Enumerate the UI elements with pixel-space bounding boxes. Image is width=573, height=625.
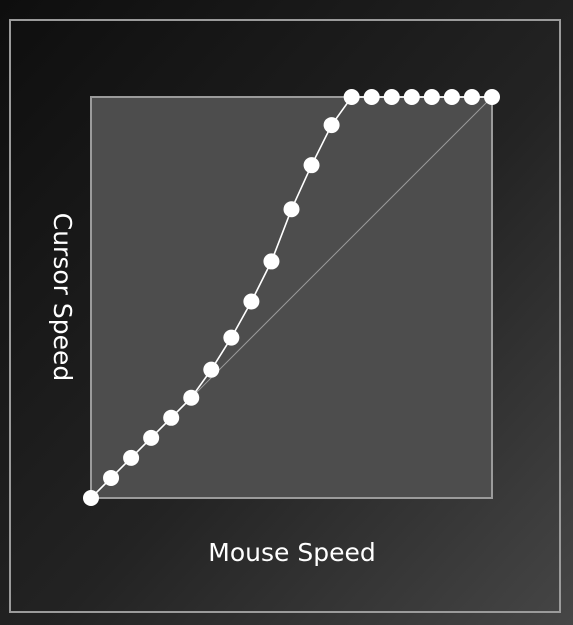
data-point	[463, 89, 480, 105]
data-point	[283, 201, 300, 218]
data-point	[263, 253, 280, 270]
data-point	[163, 409, 180, 426]
speed-curve-chart: Mouse Speed Cursor Speed	[0, 0, 573, 625]
data-point	[103, 469, 120, 486]
data-point	[123, 449, 140, 466]
chart-frame: Mouse Speed Cursor Speed	[0, 0, 573, 625]
data-point	[343, 89, 360, 105]
data-point	[423, 89, 440, 105]
data-point	[183, 389, 200, 406]
data-point	[484, 89, 500, 105]
x-axis-title: Mouse Speed	[208, 538, 375, 567]
data-point	[143, 429, 160, 446]
y-axis-title: Cursor Speed	[48, 213, 77, 382]
data-point	[363, 89, 380, 105]
data-point	[403, 89, 420, 105]
data-point	[223, 329, 240, 346]
data-point	[303, 157, 320, 174]
data-point	[383, 89, 400, 105]
data-point	[243, 293, 260, 310]
data-point	[83, 490, 99, 506]
data-point	[323, 117, 340, 134]
data-point	[443, 89, 460, 105]
data-point	[203, 361, 220, 378]
